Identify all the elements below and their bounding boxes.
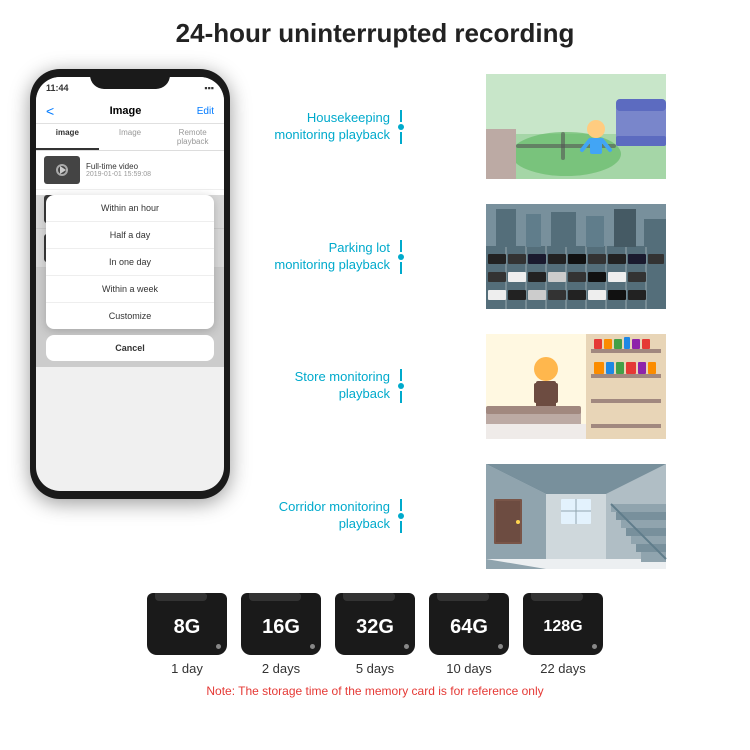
monitoring-img-1 (412, 74, 740, 179)
tab-image2[interactable]: Image (99, 124, 162, 150)
storage-card-128g: 128G 22 days (523, 593, 603, 676)
page-title: 24-hour uninterrupted recording (10, 18, 740, 49)
storage-note: Note: The storage time of the memory car… (20, 684, 730, 698)
dropdown-overlay: Within an hour Half a day In one day Wit… (36, 195, 224, 367)
tab-image[interactable]: image (36, 124, 99, 150)
tab-remote-playback[interactable]: Remote playback (161, 124, 224, 150)
storage-cards: 8G 1 day 16G 2 days 32G 5 days (20, 593, 730, 676)
dropdown-half-day[interactable]: Half a day (46, 222, 214, 249)
monitoring-row-4: Corridor monitoringplayback (260, 453, 740, 579)
cancel-button[interactable]: Cancel (46, 335, 214, 361)
sd-card-64g: 64G (429, 593, 509, 655)
monitoring-img-2 (412, 204, 740, 309)
page-header: 24-hour uninterrupted recording (0, 0, 750, 59)
phone-notch (90, 69, 170, 89)
sd-card-8g: 8G (147, 593, 227, 655)
phone-screen: 11:44 ▪▪▪ < Image Edit image Image Remot… (36, 77, 224, 491)
video-thumb-1 (44, 156, 80, 184)
monitoring-row-3: Store monitoringplayback (260, 324, 740, 450)
app-title: Image (110, 105, 142, 117)
storage-card-16g: 16G 2 days (241, 593, 321, 676)
sd-days-128g: 22 days (540, 661, 586, 676)
sd-size-64g: 64G (450, 616, 488, 639)
sd-days-64g: 10 days (446, 661, 492, 676)
edit-button[interactable]: Edit (197, 106, 214, 117)
dropdown-one-day[interactable]: In one day (46, 249, 214, 276)
monitoring-img-4 (412, 464, 740, 569)
sd-card-16g: 16G (241, 593, 321, 655)
phone-section: 11:44 ▪▪▪ < Image Edit image Image Remot… (10, 59, 250, 579)
sd-days-8g: 1 day (171, 661, 203, 676)
sd-days-16g: 2 days (262, 661, 300, 676)
sd-size-8g: 8G (174, 616, 201, 639)
storage-card-32g: 32G 5 days (335, 593, 415, 676)
right-section: Housekeepingmonitoring playback (260, 59, 740, 579)
monitoring-label-1: Housekeepingmonitoring playback (260, 110, 390, 144)
monitoring-label-2: Parking lotmonitoring playback (260, 240, 390, 274)
storage-card-64g: 64G 10 days (429, 593, 509, 676)
monitoring-row-1: Housekeepingmonitoring playback (260, 64, 740, 190)
monitoring-label-4: Corridor monitoringplayback (260, 499, 390, 533)
monitoring-row-2: Parking lotmonitoring playback (260, 194, 740, 320)
monitoring-img-3 (412, 334, 740, 439)
main-content: 11:44 ▪▪▪ < Image Edit image Image Remot… (0, 59, 750, 579)
sd-size-32g: 32G (356, 616, 394, 639)
tab-bar: image Image Remote playback (36, 124, 224, 151)
status-icons: ▪▪▪ (204, 83, 214, 93)
sd-card-32g: 32G (335, 593, 415, 655)
dropdown-menu: Within an hour Half a day In one day Wit… (46, 195, 214, 329)
sd-size-128g: 128G (543, 618, 582, 636)
time-display: 11:44 (46, 83, 69, 93)
storage-card-8g: 8G 1 day (147, 593, 227, 676)
dropdown-within-hour[interactable]: Within an hour (46, 195, 214, 222)
phone-wrapper: 11:44 ▪▪▪ < Image Edit image Image Remot… (30, 69, 230, 499)
sd-days-32g: 5 days (356, 661, 394, 676)
dropdown-week[interactable]: Within a week (46, 276, 214, 303)
sd-size-16g: 16G (262, 616, 300, 639)
sd-card-128g: 128G (523, 593, 603, 655)
video-item-1[interactable]: Full-time video 2019-01-01 15:59:08 (36, 151, 224, 190)
dropdown-customize[interactable]: Customize (46, 303, 214, 329)
back-button[interactable]: < (46, 103, 54, 119)
video-info-1: Full-time video 2019-01-01 15:59:08 (86, 162, 216, 178)
storage-section: 8G 1 day 16G 2 days 32G 5 days (0, 579, 750, 706)
phone-shell: 11:44 ▪▪▪ < Image Edit image Image Remot… (30, 69, 230, 499)
monitoring-label-3: Store monitoringplayback (260, 369, 390, 403)
app-header: < Image Edit (36, 99, 224, 124)
